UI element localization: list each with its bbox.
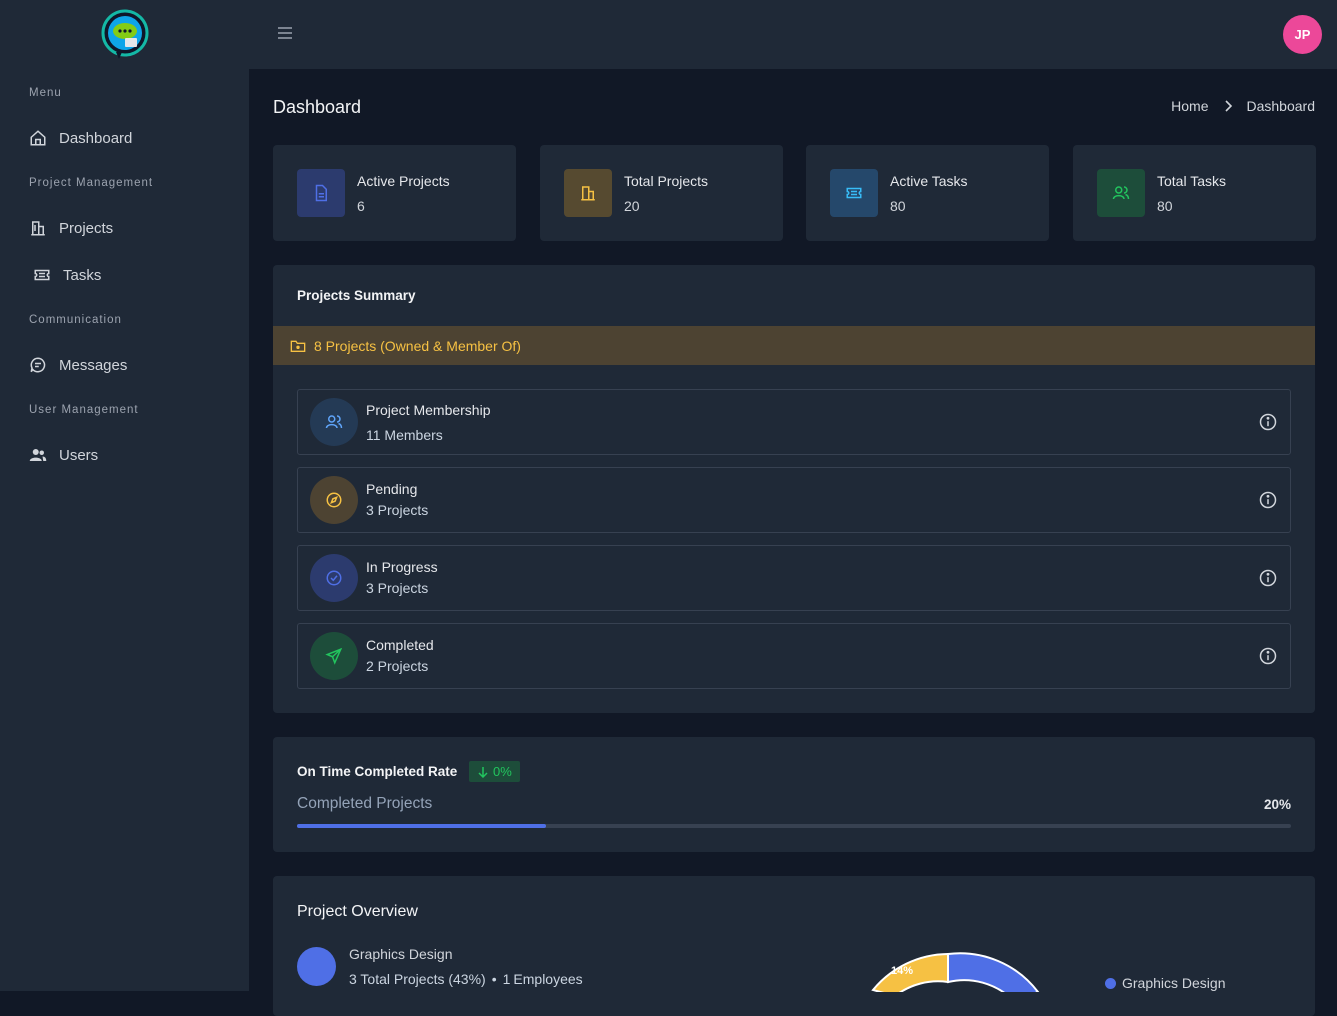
building-icon	[31, 221, 45, 236]
menu-heading: Menu	[29, 87, 62, 99]
breadcrumb-home[interactable]: Home	[1171, 98, 1208, 114]
stat-label: Active Projects	[357, 173, 450, 189]
section-project-management: Project Management	[29, 177, 154, 189]
row-title: Pending	[366, 481, 418, 497]
dot-separator: •	[491, 971, 497, 987]
stat-card-active-tasks[interactable]: Active Tasks 80	[806, 145, 1049, 241]
progress-percent: 20%	[1263, 797, 1291, 812]
ticket-icon	[34, 269, 50, 281]
message-icon	[30, 357, 46, 373]
info-icon[interactable]	[1258, 646, 1278, 666]
progress-track	[297, 824, 1291, 828]
info-icon[interactable]	[1258, 412, 1278, 432]
stat-value: 80	[1157, 198, 1173, 214]
category-employees-count: 1	[502, 971, 511, 987]
stat-value: 80	[890, 198, 906, 214]
section-communication: Communication	[29, 314, 122, 326]
ticket-icon	[830, 169, 878, 217]
check-circle-icon	[310, 554, 358, 602]
row-sub: 11 Members	[366, 427, 443, 443]
category-projects: 3 Total Projects (43%)	[349, 971, 486, 987]
building-icon	[564, 169, 612, 217]
users-icon	[1097, 169, 1145, 217]
project-overview-panel: Project Overview Graphics Design 3 Total…	[273, 876, 1315, 1016]
topbar	[249, 0, 1337, 69]
page-title: Dashboard	[273, 97, 362, 117]
home-icon	[30, 130, 46, 146]
badge-value: 0%	[493, 764, 512, 779]
breadcrumb-current: Dashboard	[1246, 98, 1316, 114]
row-sub: 3 Projects	[366, 502, 429, 518]
projects-alert: 8 Projects (Owned & Member Of)	[273, 326, 1315, 365]
projects-summary-panel: Projects Summary 8 Projects (Owned & Mem…	[273, 265, 1315, 713]
info-icon[interactable]	[1258, 490, 1278, 510]
compass-icon	[310, 476, 358, 524]
sidebar-item-dashboard[interactable]: Dashboard	[29, 129, 132, 147]
sidebar-item-label: Users	[59, 446, 99, 464]
sidebar-item-projects[interactable]: Projects	[29, 219, 113, 237]
info-icon[interactable]	[1258, 568, 1278, 588]
legend-dot	[1105, 977, 1116, 989]
stat-value: 20	[624, 198, 640, 214]
progress-fill	[297, 824, 546, 828]
logo-icon[interactable]	[98, 8, 152, 62]
panel-title: On Time Completed Rate	[297, 764, 458, 779]
project-overview-donut: 14%	[871, 952, 1040, 992]
legend-label: Graphics Design	[1122, 975, 1226, 991]
category-name: Graphics Design	[349, 946, 453, 962]
row-sub: 2 Projects	[366, 658, 429, 674]
folder-icon	[290, 340, 306, 352]
stat-value: 6	[357, 198, 365, 214]
category-meta: 3 Total Projects (43%) • 1 Employees	[349, 971, 583, 987]
summary-row-pending[interactable]: Pending 3 Projects	[297, 467, 1291, 533]
sidebar-item-label: Projects	[59, 219, 114, 237]
sidebar-item-messages[interactable]: Messages	[29, 356, 127, 374]
stat-card-total-tasks[interactable]: Total Tasks 80	[1073, 145, 1316, 241]
summary-row-in-progress[interactable]: In Progress 3 Projects	[297, 545, 1291, 611]
row-title: Completed	[366, 637, 434, 653]
sidebar-item-label: Tasks	[63, 266, 102, 284]
summary-row-completed[interactable]: Completed 2 Projects	[297, 623, 1291, 689]
row-title: In Progress	[366, 559, 438, 575]
category-color-dot	[297, 947, 336, 986]
sidebar: Menu Dashboard Project Management Projec…	[0, 0, 249, 991]
avatar[interactable]: JP	[1283, 15, 1322, 54]
row-title: Project Membership	[366, 402, 491, 418]
arrow-down-icon	[478, 766, 488, 778]
sidebar-item-label: Messages	[59, 356, 128, 374]
sidebar-item-users[interactable]: Users	[29, 446, 98, 464]
row-sub: 3 Projects	[366, 580, 429, 596]
stat-card-total-projects[interactable]: Total Projects 20	[540, 145, 783, 241]
chevron-right-icon	[1224, 100, 1232, 112]
summary-row-membership[interactable]: Project Membership 11 Members	[297, 389, 1291, 455]
send-icon	[310, 632, 358, 680]
rate-badge: 0%	[469, 761, 520, 782]
donut-label: 14%	[891, 965, 913, 977]
category-employees-label: Employees	[513, 971, 583, 987]
alert-text: 8 Projects (Owned & Member Of)	[314, 337, 521, 354]
sidebar-item-tasks[interactable]: Tasks	[33, 266, 101, 284]
breadcrumb: Home Dashboard	[1171, 98, 1315, 114]
panel-title: Projects Summary	[297, 288, 416, 303]
stat-label: Active Tasks	[890, 173, 968, 189]
users-icon	[310, 398, 358, 446]
completed-rate-panel: On Time Completed Rate 0% Completed Proj…	[273, 737, 1315, 852]
chart-legend: Graphics Design	[1105, 975, 1226, 991]
panel-title: Project Overview	[297, 903, 418, 920]
section-user-management: User Management	[29, 404, 139, 416]
sidebar-item-label: Dashboard	[59, 129, 133, 147]
users-icon	[29, 449, 47, 461]
stat-label: Total Tasks	[1157, 173, 1226, 189]
menu-icon[interactable]	[277, 25, 293, 41]
stat-label: Total Projects	[624, 173, 709, 189]
stat-card-active-projects[interactable]: Active Projects 6	[273, 145, 516, 241]
progress-label: Completed Projects	[297, 795, 433, 812]
file-icon	[297, 169, 345, 217]
